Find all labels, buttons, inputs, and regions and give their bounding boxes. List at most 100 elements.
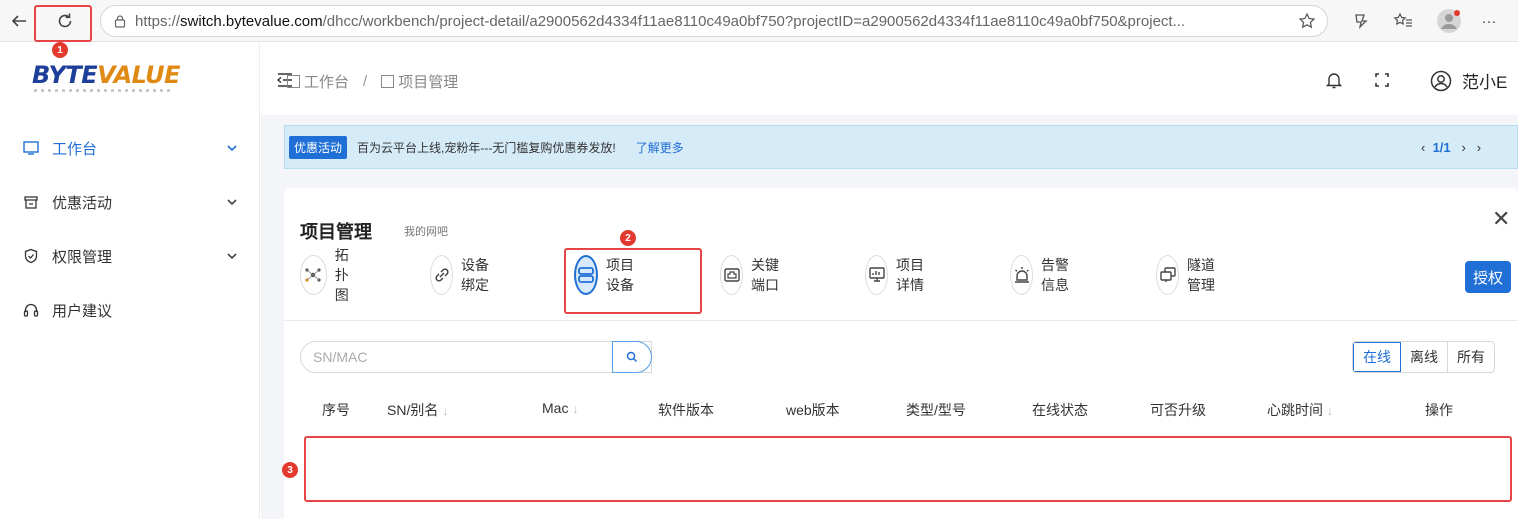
sidebar-item-label: 工作台 bbox=[52, 140, 98, 158]
tab-label: 告警信息 bbox=[1041, 257, 1070, 293]
tab-label: 拓扑图 bbox=[334, 247, 349, 303]
next-icon[interactable]: › bbox=[1462, 140, 1466, 155]
favorites-icon[interactable] bbox=[1392, 10, 1414, 32]
column-header-upgradable: 可否升级 bbox=[1150, 402, 1206, 418]
sidebar-item-permissions[interactable]: 权限管理 bbox=[22, 241, 240, 271]
annotation-box-1 bbox=[34, 5, 92, 42]
divider bbox=[284, 320, 1518, 321]
port-icon bbox=[720, 255, 744, 295]
table-header: 序号 SN/别名 ↓ Mac ↓ 软件版本 web版本 类型/型号 在线状态 可否升… bbox=[284, 384, 1518, 432]
annotation-box-2 bbox=[564, 248, 702, 314]
top-header: 工作台 / 项目管理 范小E bbox=[261, 43, 1518, 115]
close-icon[interactable]: ✕ bbox=[1492, 206, 1510, 232]
annotation-badge-3: 3 bbox=[282, 462, 298, 478]
tab-tunnels[interactable]: 隧道管理 bbox=[1156, 252, 1218, 298]
authorize-button[interactable]: 授权 bbox=[1465, 261, 1511, 293]
breadcrumb-item-project: 项目管理 bbox=[398, 74, 459, 91]
column-header-actions: 操作 bbox=[1425, 402, 1453, 418]
tab-topology[interactable]: 拓扑图 bbox=[300, 247, 362, 303]
close-notice-icon[interactable]: › bbox=[1477, 140, 1481, 155]
headset-icon bbox=[22, 301, 40, 319]
sort-icon[interactable]: ↓ bbox=[572, 402, 578, 416]
status-filter: 在线 离线 所有 bbox=[1352, 341, 1495, 373]
column-header-index: 序号 bbox=[322, 402, 350, 418]
filter-all[interactable]: 所有 bbox=[1448, 342, 1494, 372]
user-icon bbox=[1430, 70, 1452, 91]
tab-label: 项目详情 bbox=[896, 257, 925, 293]
chevron-down-icon bbox=[227, 145, 237, 152]
notice-tag: 优惠活动 bbox=[289, 135, 348, 159]
sidebar-item-promotions[interactable]: 优惠活动 bbox=[22, 187, 240, 217]
pager-current: 1/1 bbox=[1432, 140, 1451, 155]
sidebar-item-workbench[interactable]: 工作台 bbox=[22, 133, 240, 163]
user-menu[interactable]: 范小E bbox=[1430, 68, 1507, 93]
breadcrumb-item-workbench[interactable]: 工作台 bbox=[304, 71, 349, 92]
logo-dots bbox=[34, 89, 174, 92]
filter-online[interactable]: 在线 bbox=[1353, 342, 1401, 372]
sort-icon[interactable]: ↓ bbox=[442, 404, 448, 418]
sort-icon[interactable]: ↓ bbox=[1327, 404, 1333, 418]
search-input[interactable]: SN/MAC bbox=[300, 341, 652, 373]
logo: BYTEVALUE bbox=[32, 61, 181, 89]
column-header-sn[interactable]: SN/别名 ↓ bbox=[387, 400, 448, 420]
link-icon bbox=[430, 255, 454, 295]
tab-key-ports[interactable]: 关键端口 bbox=[720, 252, 782, 298]
tab-label: 关键端口 bbox=[751, 257, 780, 293]
fullscreen-icon[interactable] bbox=[1372, 70, 1392, 90]
notice-text: 百为云平台上线,宠粉年---无门槛复购优惠券发放! bbox=[357, 140, 616, 155]
shield-check-icon bbox=[22, 247, 40, 265]
tab-label: 隧道管理 bbox=[1187, 257, 1216, 293]
bell-icon[interactable] bbox=[1324, 70, 1344, 90]
sidebar-item-label: 权限管理 bbox=[52, 248, 113, 266]
column-header-heartbeat[interactable]: 心跳时间 ↓ bbox=[1267, 400, 1333, 420]
lock-icon bbox=[114, 15, 126, 28]
notice-bar: 优惠活动 百为云平台上线,宠粉年---无门槛复购优惠券发放! 了解更多 ‹ 1/… bbox=[284, 125, 1518, 169]
copilot-icon[interactable] bbox=[1349, 10, 1371, 32]
tunnel-icon bbox=[1156, 255, 1180, 295]
alarm-icon bbox=[1010, 255, 1034, 295]
address-bar[interactable]: https://switch.bytevalue.com/dhcc/workbe… bbox=[100, 5, 1328, 37]
notice-pager: ‹ 1/1 › › bbox=[1421, 140, 1481, 155]
annotation-badge-1: 1 bbox=[52, 42, 68, 58]
column-header-type-model: 类型/型号 bbox=[906, 402, 966, 418]
breadcrumb: 工作台 / 项目管理 bbox=[287, 71, 458, 92]
tab-alarms[interactable]: 告警信息 bbox=[1010, 252, 1072, 298]
annotation-box-3 bbox=[304, 436, 1512, 502]
url-prefix: https:// bbox=[135, 12, 181, 30]
filter-offline[interactable]: 离线 bbox=[1401, 342, 1448, 372]
column-header-mac[interactable]: Mac ↓ bbox=[542, 400, 578, 416]
tab-label: 设备绑定 bbox=[461, 257, 490, 293]
chevron-down-icon bbox=[227, 199, 237, 206]
detail-icon bbox=[865, 255, 889, 295]
monitor-icon bbox=[287, 75, 300, 88]
more-icon[interactable]: ··· bbox=[1478, 10, 1500, 32]
search-button[interactable] bbox=[612, 341, 652, 373]
page-subtitle: 我的网吧 bbox=[404, 226, 448, 238]
browser-toolbar: https://switch.bytevalue.com/dhcc/workbe… bbox=[0, 0, 1518, 42]
profile-avatar-icon[interactable] bbox=[1436, 8, 1462, 34]
back-icon[interactable] bbox=[6, 8, 32, 34]
breadcrumb-separator: / bbox=[363, 73, 368, 90]
prev-icon[interactable]: ‹ bbox=[1421, 140, 1425, 155]
column-header-web-version: web版本 bbox=[786, 402, 840, 418]
column-header-online-status: 在线状态 bbox=[1032, 402, 1088, 418]
chevron-down-icon bbox=[227, 253, 237, 260]
tab-device-binding[interactable]: 设备绑定 bbox=[430, 252, 492, 298]
monitor-icon bbox=[381, 75, 395, 88]
favorite-star-icon[interactable] bbox=[1296, 10, 1318, 32]
store-icon bbox=[22, 193, 40, 211]
page-title: 项目管理 bbox=[300, 222, 372, 242]
sidebar-item-label: 优惠活动 bbox=[52, 194, 113, 212]
url-path: /dhcc/workbench/project-detail/a2900562d… bbox=[322, 12, 1186, 30]
annotation-badge-2: 2 bbox=[620, 230, 636, 246]
column-header-software-version: 软件版本 bbox=[658, 402, 714, 418]
topology-icon bbox=[300, 255, 327, 295]
monitor-icon bbox=[22, 139, 40, 157]
url-host: switch.bytevalue.com bbox=[180, 12, 323, 30]
sidebar-item-feedback[interactable]: 用户建议 bbox=[22, 295, 240, 325]
notice-more-link[interactable]: 了解更多 bbox=[636, 139, 684, 156]
sidebar-item-label: 用户建议 bbox=[52, 302, 113, 320]
user-name: 范小E bbox=[1462, 73, 1508, 92]
tab-project-details[interactable]: 项目详情 bbox=[865, 252, 927, 298]
sidebar: BYTEVALUE 工作台 优惠活动 权限管理 用户建议 bbox=[0, 43, 260, 519]
